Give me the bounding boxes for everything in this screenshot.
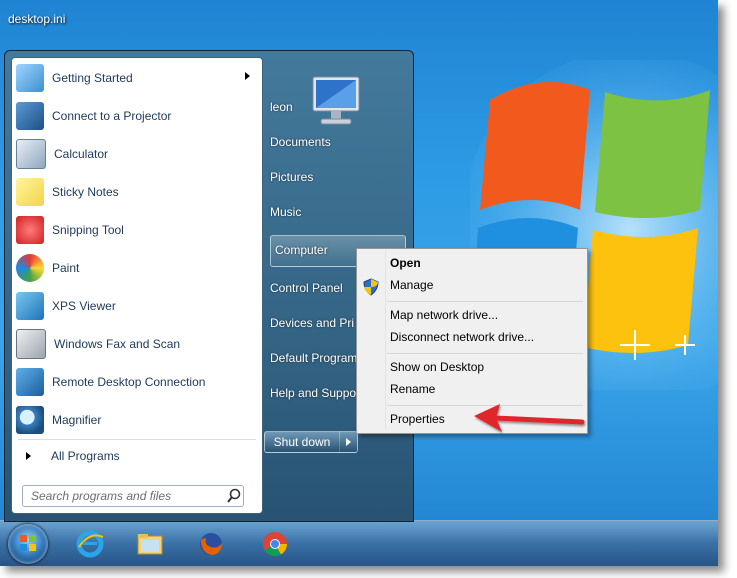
getting-started-icon <box>16 64 44 92</box>
menu-map-network-drive[interactable]: Map network drive... <box>390 304 498 326</box>
program-label: Sticky Notes <box>52 185 119 199</box>
projector-icon <box>16 102 44 130</box>
chevron-right-icon <box>345 438 351 446</box>
firefox-icon[interactable] <box>193 526 229 562</box>
shutdown-options-button[interactable] <box>339 431 358 453</box>
right-item-help-support[interactable]: Help and Suppo <box>270 378 356 408</box>
paint-icon <box>16 254 44 282</box>
start-orb-button[interactable] <box>8 524 48 564</box>
right-item-control-panel[interactable]: Control Panel <box>270 273 343 303</box>
program-connect-projector[interactable]: Connect to a Projector <box>16 98 258 134</box>
chrome-icon[interactable] <box>257 526 293 562</box>
calculator-icon <box>16 139 46 169</box>
program-label: Magnifier <box>52 413 102 427</box>
program-getting-started[interactable]: Getting Started <box>16 60 258 96</box>
menu-rename[interactable]: Rename <box>390 378 435 400</box>
menu-open[interactable]: Open <box>390 252 421 274</box>
menu-separator <box>387 353 583 354</box>
programs-separator <box>18 439 256 440</box>
desktop-file-label[interactable]: desktop.ini <box>8 12 65 26</box>
all-programs-arrow-icon <box>26 452 31 460</box>
ie-icon[interactable] <box>72 526 108 562</box>
program-paint[interactable]: Paint <box>16 250 258 286</box>
program-magnifier[interactable]: Magnifier <box>16 402 258 438</box>
right-item-music[interactable]: Music <box>270 197 301 227</box>
program-label: Windows Fax and Scan <box>54 337 181 351</box>
explorer-folder-icon[interactable] <box>132 526 168 562</box>
search-icon <box>227 488 241 503</box>
menu-properties[interactable]: Properties <box>390 408 445 430</box>
menu-manage[interactable]: Manage <box>390 274 433 296</box>
program-label: Calculator <box>54 147 109 161</box>
program-label: Snipping Tool <box>52 223 124 237</box>
all-programs-label: All Programs <box>51 449 120 463</box>
program-xps-viewer[interactable]: XPS Viewer <box>16 288 258 324</box>
program-label: Getting Started <box>52 71 133 85</box>
snipping-tool-icon <box>16 216 44 244</box>
uac-shield-icon <box>363 278 379 296</box>
menu-show-on-desktop[interactable]: Show on Desktop <box>390 356 484 378</box>
right-item-devices-printers[interactable]: Devices and Pri <box>270 308 354 338</box>
computer-picture-icon <box>312 76 360 125</box>
xps-viewer-icon <box>16 292 44 320</box>
program-calculator[interactable]: Calculator <box>16 136 258 172</box>
program-label: Remote Desktop Connection <box>52 375 206 389</box>
right-item-user[interactable]: leon <box>270 92 293 122</box>
all-programs-button[interactable]: All Programs <box>18 443 256 469</box>
windows-flag-icon <box>20 535 36 551</box>
program-label: Connect to a Projector <box>52 109 172 123</box>
programs-pane: Getting Started Connect to a Projector C… <box>11 57 263 514</box>
menu-disconnect-network-drive[interactable]: Disconnect network drive... <box>390 326 534 348</box>
red-arrow-annotation <box>474 404 585 432</box>
program-label: Paint <box>52 261 80 275</box>
right-item-default-programs[interactable]: Default Program <box>270 343 357 373</box>
desktop-screen: desktop.ini Getting Started Connect to a… <box>0 0 718 566</box>
program-snipping-tool[interactable]: Snipping Tool <box>16 212 258 248</box>
program-remote-desktop[interactable]: Remote Desktop Connection <box>16 364 258 400</box>
sticky-notes-icon <box>16 178 44 206</box>
search-programs-input[interactable]: Search programs and files <box>22 485 244 507</box>
search-placeholder: Search programs and files <box>31 489 172 503</box>
right-item-pictures[interactable]: Pictures <box>270 162 313 192</box>
right-item-documents[interactable]: Documents <box>270 127 331 157</box>
submenu-arrow-icon <box>245 72 250 80</box>
program-fax-scan[interactable]: Windows Fax and Scan <box>16 326 258 362</box>
magnifier-icon <box>16 406 44 434</box>
context-menu-gutter <box>385 251 386 429</box>
program-label: XPS Viewer <box>52 299 116 313</box>
program-sticky-notes[interactable]: Sticky Notes <box>16 174 258 210</box>
fax-scan-icon <box>16 329 46 359</box>
menu-separator <box>387 301 583 302</box>
shutdown-button[interactable]: Shut down <box>264 431 340 453</box>
remote-desktop-icon <box>16 368 44 396</box>
right-item-computer[interactable]: Computer <box>275 235 328 265</box>
